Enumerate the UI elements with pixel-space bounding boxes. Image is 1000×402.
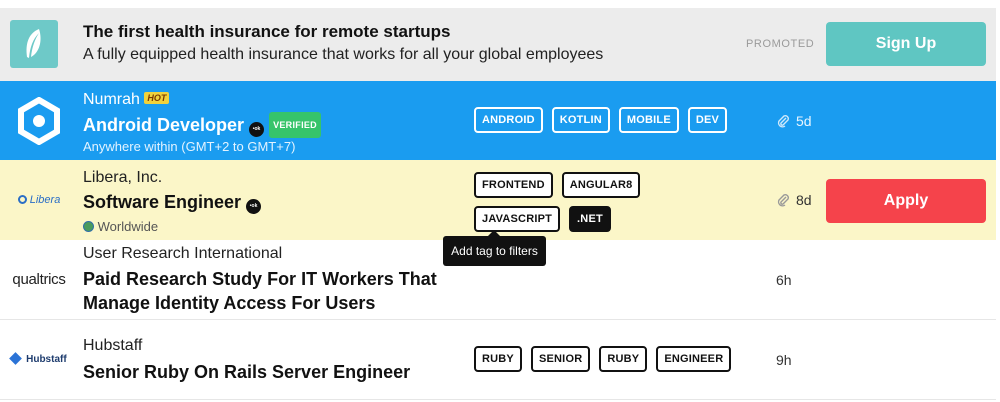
libera-logo-icon — [17, 195, 27, 204]
job-age-text: 8d — [796, 192, 812, 208]
company-badge-icon: •ok — [249, 122, 265, 137]
job-title[interactable]: Software Engineer — [83, 192, 241, 212]
numrah-logo-icon — [0, 97, 78, 145]
job-age-text: 9h — [776, 352, 792, 368]
job-age-text: 6h — [776, 272, 792, 288]
job-info: Libera, Inc. Software Engineer •ok World… — [83, 168, 262, 236]
tag-hovered[interactable]: .NET — [569, 206, 611, 232]
paperclip-icon — [777, 115, 789, 128]
job-title-line-1[interactable]: Paid Research Study For IT Workers That — [83, 267, 437, 291]
job-info: Hubstaff Senior Ruby On Rails Server Eng… — [83, 336, 410, 384]
tag[interactable]: JAVASCRIPT — [474, 206, 561, 232]
job-tags: FRONTEND ANGULAR8 JAVASCRIPT .NET — [474, 172, 734, 232]
job-tags: ANDROID KOTLIN MOBILE DEV — [474, 107, 774, 133]
tag[interactable]: DEV — [687, 107, 728, 133]
tag[interactable]: KOTLIN — [551, 107, 610, 133]
hubstaff-logo-text: Hubstaff — [26, 353, 67, 365]
job-info: User Research International Paid Researc… — [83, 244, 437, 315]
tag[interactable]: ANDROID — [474, 107, 543, 133]
promoted-label: PROMOTED — [746, 38, 815, 50]
company-badge-icon: •ok — [246, 199, 262, 214]
libera-logo: Libera — [0, 188, 78, 212]
globe-icon — [83, 221, 94, 232]
tag[interactable]: RUBY — [474, 346, 522, 372]
job-age: 8d — [776, 192, 812, 208]
tag[interactable]: SENIOR — [530, 346, 591, 372]
libera-logo-text: Libera — [29, 194, 61, 206]
promo-title: The first health insurance for remote st… — [83, 22, 451, 41]
promoted-ad-row[interactable]: The first health insurance for remote st… — [0, 8, 996, 81]
company-name: Numrah — [83, 91, 140, 108]
job-age: 5d — [776, 113, 812, 129]
job-row[interactable]: Hubstaff Hubstaff Senior Ruby On Rails S… — [0, 320, 996, 400]
tag-filter-tooltip: Add tag to filters — [443, 230, 546, 266]
tag[interactable]: MOBILE — [618, 107, 679, 133]
qualtrics-logo: qualtrics — [0, 266, 78, 292]
tag[interactable]: FRONTEND — [474, 172, 553, 198]
job-title[interactable]: Senior Ruby On Rails Server Engineer — [83, 360, 410, 384]
job-row[interactable]: Libera Libera, Inc. Software Engineer •o… — [0, 160, 996, 240]
tag[interactable]: ANGULAR8 — [561, 172, 641, 198]
job-row[interactable]: Numrah HOT Android Developer •ok VERIFIE… — [0, 81, 996, 160]
job-age: 9h — [776, 352, 792, 368]
hot-badge: HOT — [144, 92, 170, 104]
job-age: 6h — [776, 272, 792, 288]
feather-logo-icon — [10, 20, 58, 68]
promo-info: The first health insurance for remote st… — [83, 20, 603, 66]
promo-subtitle: A fully equipped health insurance that w… — [83, 46, 604, 63]
job-info: Numrah HOT Android Developer •ok VERIFIE… — [83, 90, 321, 156]
company-name: User Research International — [83, 245, 283, 262]
tag[interactable]: RUBY — [599, 346, 648, 372]
job-location: Anywhere within (GMT+2 to GMT+7) — [83, 139, 296, 154]
hubstaff-logo-icon — [9, 351, 23, 365]
company-name: Hubstaff — [83, 337, 143, 354]
verified-badge: VERIFIED — [269, 112, 321, 138]
apply-button[interactable]: Apply — [826, 179, 986, 223]
job-age-text: 5d — [796, 113, 812, 129]
company-name: Libera, Inc. — [83, 169, 163, 186]
job-title[interactable]: Android Developer — [83, 115, 244, 135]
tag[interactable]: ENGINEER — [656, 346, 732, 372]
hubstaff-logo: Hubstaff — [0, 348, 78, 370]
qualtrics-logo-text: qualtrics — [12, 270, 66, 288]
paperclip-icon — [777, 194, 789, 207]
sign-up-button[interactable]: Sign Up — [826, 22, 986, 66]
job-location: Worldwide — [97, 219, 159, 234]
job-title-line-2[interactable]: Manage Identity Access For Users — [83, 291, 437, 315]
job-tags: RUBY SENIOR RUBY ENGINEER — [474, 346, 774, 372]
